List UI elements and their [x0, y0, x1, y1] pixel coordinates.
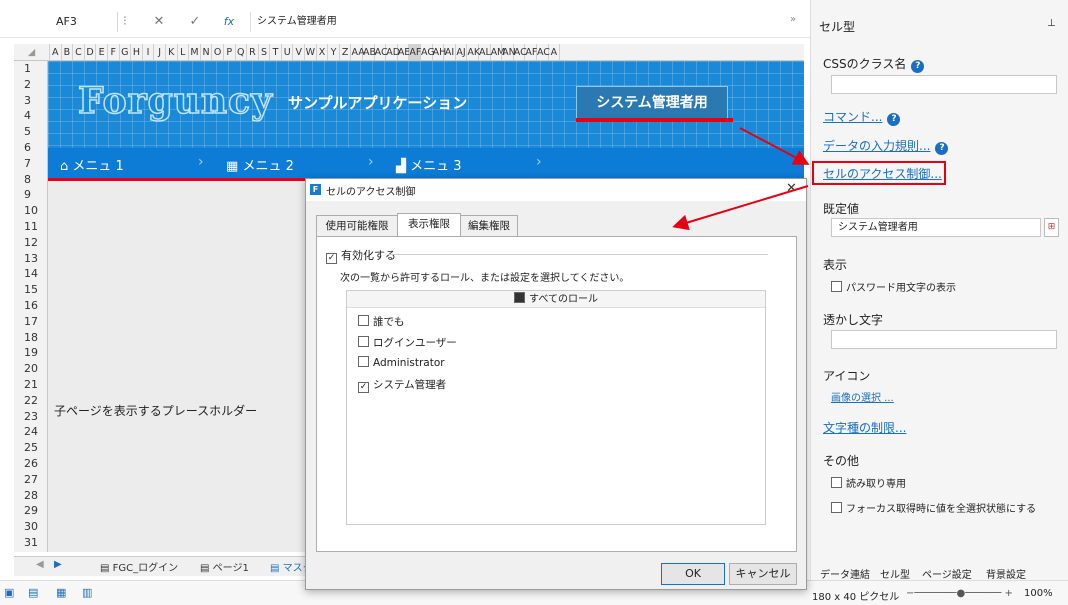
other-label: その他	[823, 454, 860, 468]
css-class-label: CSSのクラス名?	[823, 55, 925, 73]
command-link-text: コマンド...	[823, 110, 883, 124]
tab-cell-type[interactable]: セル型	[880, 566, 910, 581]
highlight-box	[812, 161, 946, 185]
pane-tabs: データ連結 セル型 ページ設定 背景設定	[810, 563, 1068, 581]
image-select-link[interactable]: 画像の選択 ...	[831, 389, 894, 404]
default-value-input[interactable]: システム管理者用	[831, 218, 1041, 237]
select-all-checkbox[interactable]: フォーカス取得時に値を全選択状態にする	[831, 500, 1036, 515]
pane-title: セル型	[819, 20, 856, 34]
watermark-label: 透かし文字	[823, 313, 884, 327]
char-limit-link[interactable]: 文字種の制限...	[823, 419, 906, 436]
default-value-label: 既定値	[823, 202, 860, 216]
command-link[interactable]: コマンド...?	[823, 108, 901, 126]
readonly-label: 読み取り専用	[846, 479, 906, 490]
checkbox	[831, 477, 842, 488]
password-label: パスワード用文字の表示	[846, 283, 956, 294]
checkbox	[831, 281, 842, 292]
validation-link-text: データの入力規則...	[823, 139, 931, 153]
tab-data-binding[interactable]: データ連結	[820, 566, 870, 581]
checkbox	[831, 502, 842, 513]
validation-link[interactable]: データの入力規則...?	[823, 137, 949, 155]
icon-label: アイコン	[823, 369, 871, 383]
watermark-input[interactable]	[831, 330, 1057, 349]
help-icon[interactable]: ?	[935, 142, 949, 155]
help-icon[interactable]: ?	[887, 113, 901, 126]
arrow-to-display-tab	[672, 185, 809, 231]
css-class-input[interactable]	[831, 75, 1057, 94]
readonly-checkbox[interactable]: 読み取り専用	[831, 475, 906, 490]
arrow-to-access-link	[739, 127, 810, 165]
display-label: 表示	[823, 258, 848, 272]
tab-page-settings[interactable]: ページ設定	[922, 566, 972, 581]
formula-picker-icon[interactable]: ⊞	[1044, 218, 1059, 237]
css-class-text: CSSのクラス名	[823, 57, 907, 71]
select-all-label: フォーカス取得時に値を全選択状態にする	[846, 504, 1037, 515]
help-icon[interactable]: ?	[911, 60, 925, 73]
property-pane: セル型 ⊥ CSSのクラス名? コマンド...? データの入力規則...? セル…	[810, 0, 1068, 580]
tab-background[interactable]: 背景設定	[986, 566, 1026, 581]
password-checkbox[interactable]: パスワード用文字の表示	[831, 279, 956, 294]
pin-icon[interactable]: ⊥	[1047, 18, 1056, 29]
